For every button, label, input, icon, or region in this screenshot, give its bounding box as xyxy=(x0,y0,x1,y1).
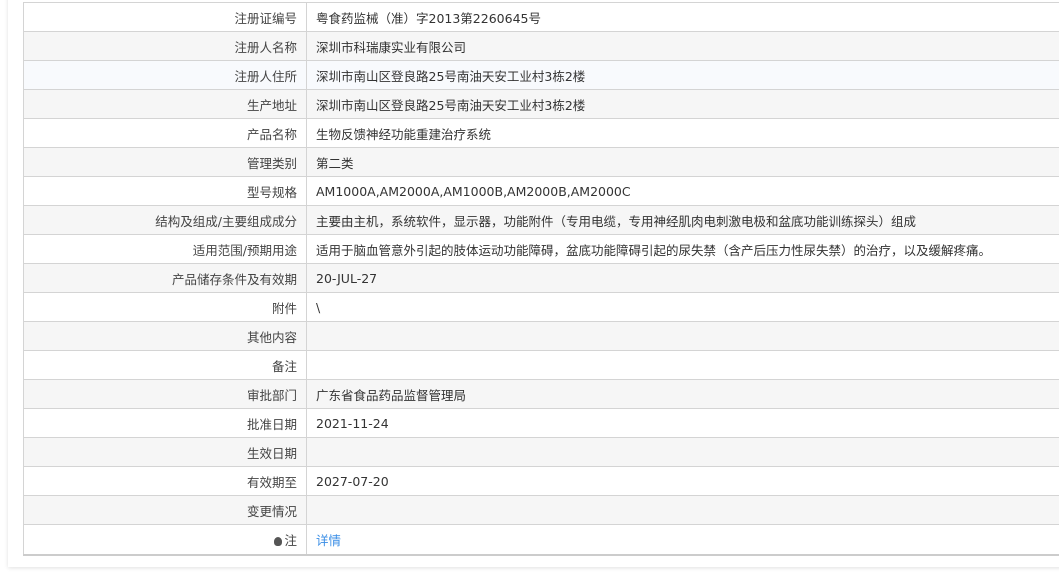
field-label: 结构及组成/主要组成成分 xyxy=(23,205,307,235)
field-value xyxy=(306,350,1059,380)
field-label: 生产地址 xyxy=(23,89,307,119)
table-row: 生产地址 深圳市南山区登良路25号南油天安工业村3栋2楼 xyxy=(23,89,1059,119)
table-row: 产品名称 生物反馈神经功能重建治疗系统 xyxy=(23,118,1059,148)
registration-detail-table: 注册证编号 粤食药监械（准）字2013第2260645号 注册人名称 深圳市科瑞康实业… xyxy=(23,2,1059,556)
field-value: 2021-11-24 xyxy=(306,408,1059,438)
field-label: 产品名称 xyxy=(23,118,307,148)
table-row: 其他内容 xyxy=(23,321,1059,351)
field-value: \ xyxy=(306,292,1059,322)
field-value: 适用于脑血管意外引起的肢体运动功能障碍，盆底功能障碍引起的尿失禁（含产后压力性尿… xyxy=(306,234,1059,264)
field-label: 有效期至 xyxy=(23,466,307,496)
table-row: 附件 \ xyxy=(23,292,1059,322)
table-row: 管理类别 第二类 xyxy=(23,147,1059,177)
table-row: 注册证编号 粤食药监械（准）字2013第2260645号 xyxy=(23,2,1059,32)
table-row: 适用范围/预期用途 适用于脑血管意外引起的肢体运动功能障碍，盆底功能障碍引起的尿失… xyxy=(23,234,1059,264)
field-value xyxy=(306,321,1059,351)
field-value xyxy=(306,437,1059,467)
field-value: 深圳市科瑞康实业有限公司 xyxy=(306,31,1059,61)
field-label: 产品储存条件及有效期 xyxy=(23,263,307,293)
details-link[interactable]: 详情 xyxy=(316,533,341,548)
field-label: 管理类别 xyxy=(23,147,307,177)
lightbulb-icon xyxy=(274,537,283,546)
field-label: 审批部门 xyxy=(23,379,307,409)
field-value: 粤食药监械（准）字2013第2260645号 xyxy=(306,2,1059,32)
field-label: 型号规格 xyxy=(23,176,307,206)
field-label: 注册人住所 xyxy=(23,60,307,90)
table-row: 变更情况 xyxy=(23,495,1059,525)
table-row: 生效日期 xyxy=(23,437,1059,467)
table-row: 结构及组成/主要组成成分 主要由主机，系统软件，显示器，功能附件（专用电缆，专用神… xyxy=(23,205,1059,235)
table-row: 有效期至 2027-07-20 xyxy=(23,466,1059,496)
field-value: 2027-07-20 xyxy=(306,466,1059,496)
table-row: 注册人住所 深圳市南山区登良路25号南油天安工业村3栋2楼 xyxy=(23,60,1059,90)
field-value: 深圳市南山区登良路25号南油天安工业村3栋2楼 xyxy=(306,60,1059,90)
field-value: 广东省食品药品监督管理局 xyxy=(306,379,1059,409)
field-value: 20-JUL-27 xyxy=(306,263,1059,293)
field-value: 第二类 xyxy=(306,147,1059,177)
field-value: 生物反馈神经功能重建治疗系统 xyxy=(306,118,1059,148)
table-row: 注册人名称 深圳市科瑞康实业有限公司 xyxy=(23,31,1059,61)
field-label: 生效日期 xyxy=(23,437,307,467)
field-label: 其他内容 xyxy=(23,321,307,351)
field-value: 主要由主机，系统软件，显示器，功能附件（专用电缆，专用神经肌肉电刺激电极和盆底功… xyxy=(306,205,1059,235)
note-row: 注 详情 xyxy=(23,524,1059,556)
table-row: 产品储存条件及有效期 20-JUL-27 xyxy=(23,263,1059,293)
table-row: 批准日期 2021-11-24 xyxy=(23,408,1059,438)
field-label: 批准日期 xyxy=(23,408,307,438)
field-label: 变更情况 xyxy=(23,495,307,525)
field-label: 备注 xyxy=(23,350,307,380)
field-label: 注册证编号 xyxy=(23,2,307,32)
table-row: 型号规格 AM1000A,AM2000A,AM1000B,AM2000B,AM20… xyxy=(23,176,1059,206)
field-value: AM1000A,AM2000A,AM1000B,AM2000B,AM2000C xyxy=(306,176,1059,206)
field-value: 深圳市南山区登良路25号南油天安工业村3栋2楼 xyxy=(306,89,1059,119)
note-label: 注 xyxy=(284,533,297,548)
table-row: 审批部门 广东省食品药品监督管理局 xyxy=(23,379,1059,409)
table-row: 备注 xyxy=(23,350,1059,380)
field-label: 适用范围/预期用途 xyxy=(23,234,307,264)
field-value: 详情 xyxy=(306,524,1059,556)
field-label: 附件 xyxy=(23,292,307,322)
field-label: 注 xyxy=(23,524,307,556)
field-label: 注册人名称 xyxy=(23,31,307,61)
field-value xyxy=(306,495,1059,525)
